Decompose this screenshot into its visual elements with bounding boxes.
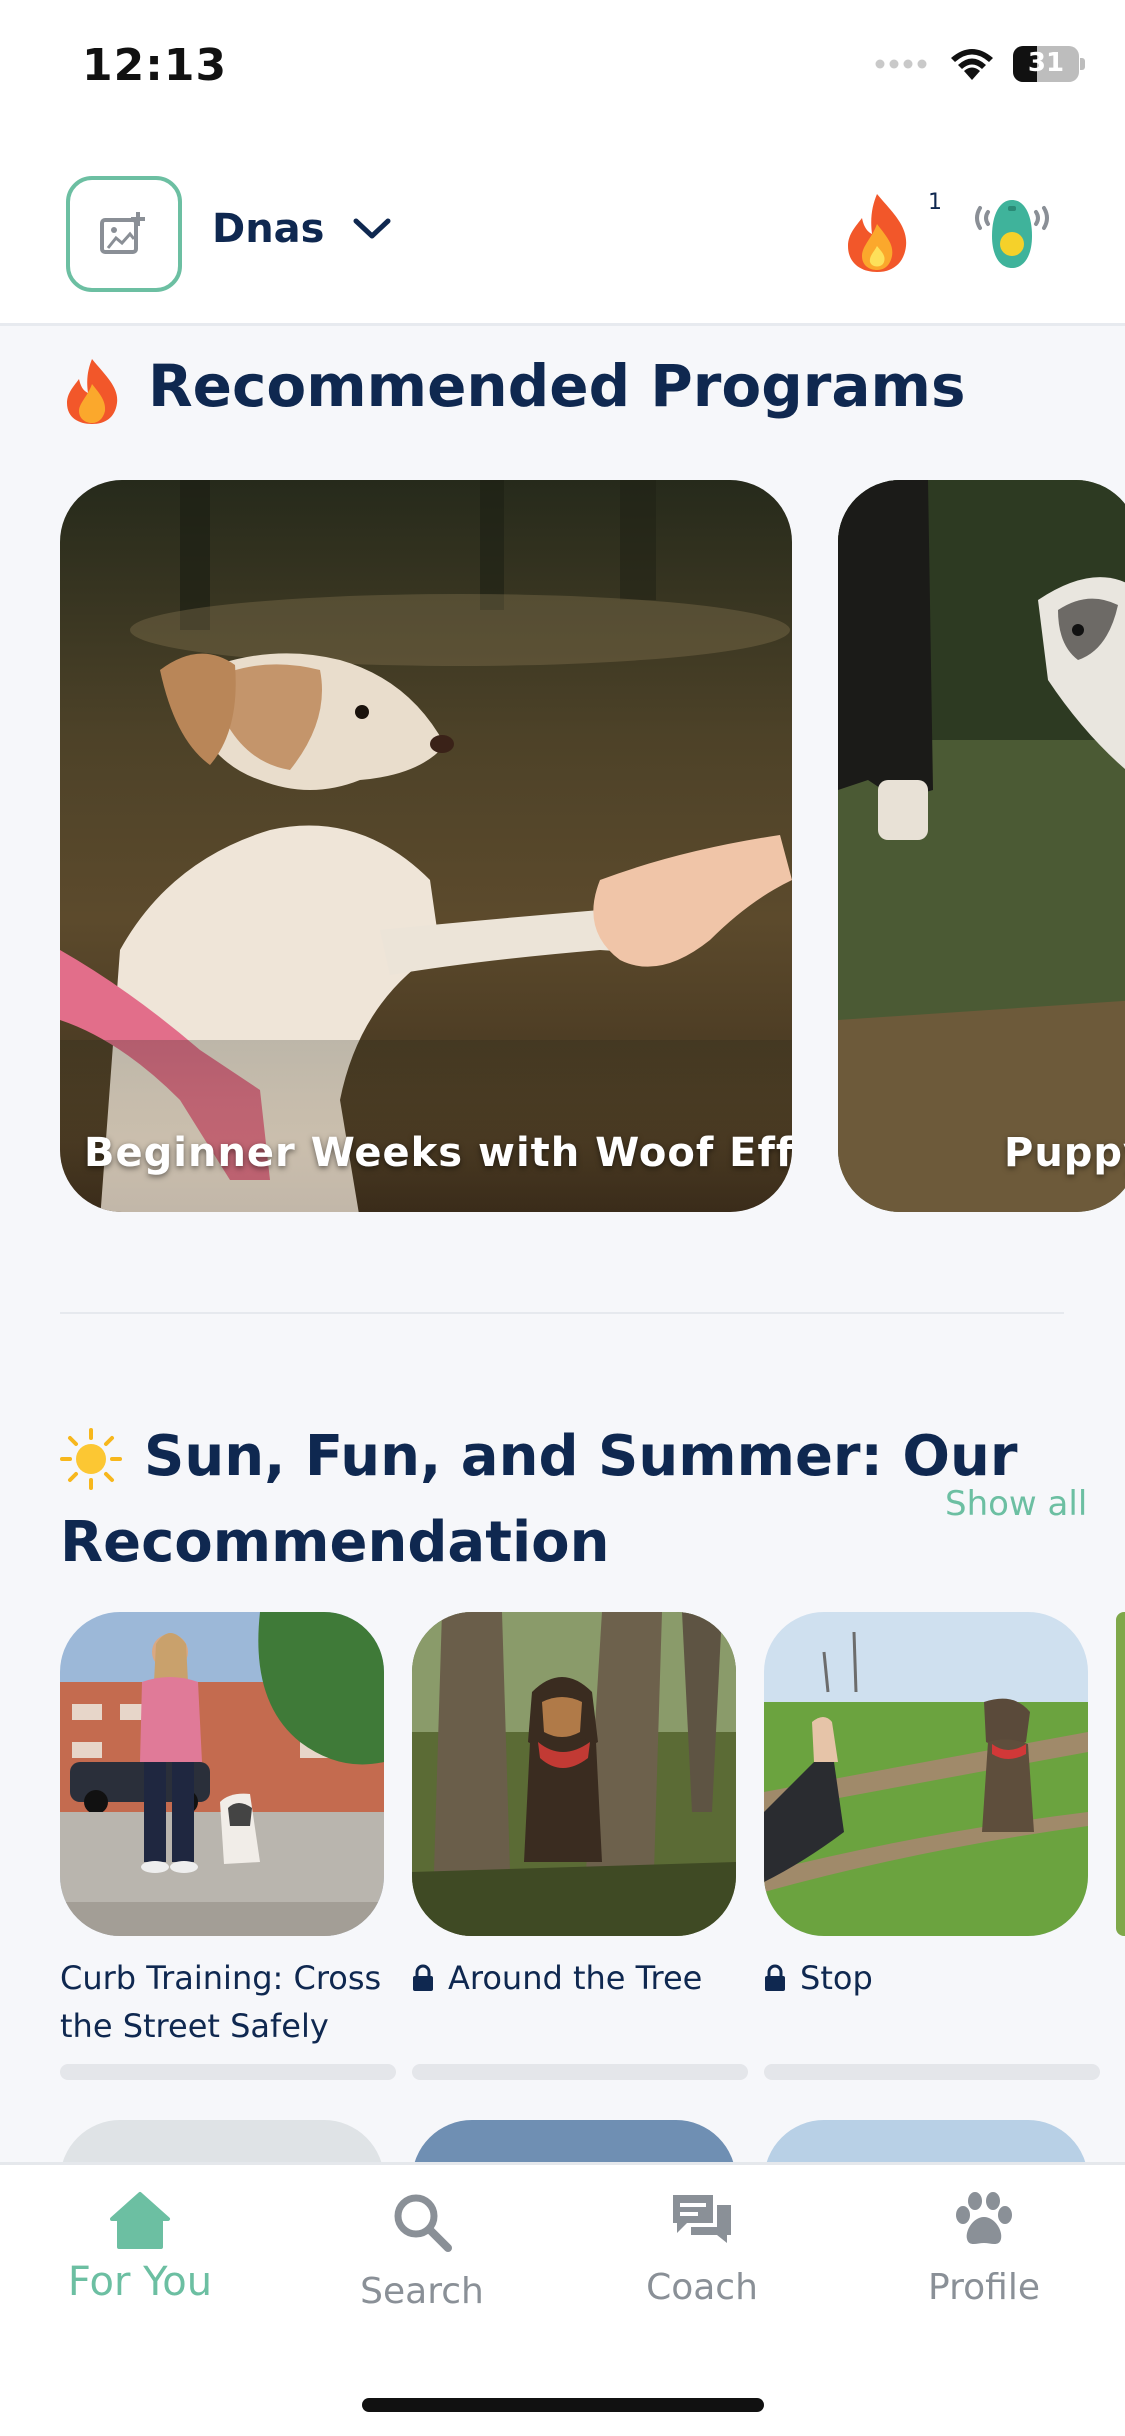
clicker-icon[interactable] — [972, 194, 1052, 274]
program-card-label: Beginner Weeks with Woof Effect — [84, 1130, 792, 1176]
chevron-down-icon[interactable] — [352, 216, 392, 242]
exercise-title: Around the Tree — [448, 1959, 703, 1997]
tab-coach[interactable]: Coach — [602, 2191, 802, 2308]
summer-section-title-line2: Recommendation — [60, 1510, 610, 1575]
recommended-programs-title: Recommended Programs — [148, 352, 966, 420]
paw-icon — [956, 2192, 1012, 2244]
program-card-label: Puppy — [1004, 1130, 1125, 1176]
chat-icon — [673, 2195, 731, 2243]
exercise-title: Stop — [800, 1959, 873, 1997]
streak-count: 1 — [928, 190, 942, 215]
exercise-thumbnail — [60, 1612, 384, 1936]
show-all-link[interactable]: Show all — [945, 1484, 1087, 1524]
header: Dnas 1 — [0, 140, 1125, 326]
home-icon — [110, 2192, 170, 2249]
exercise-card[interactable]: Stop — [764, 1612, 1100, 2080]
progress-bar — [764, 2064, 1100, 2080]
lock-icon — [765, 1964, 785, 1991]
battery-icon: 31 — [1013, 46, 1085, 82]
progress-bar — [60, 2064, 396, 2080]
progress-bar — [412, 2064, 748, 2080]
exercise-card[interactable]: Around the Tree — [412, 1612, 748, 2080]
flame-streak-icon[interactable] — [842, 190, 912, 274]
program-card[interactable]: Puppy — [838, 480, 1125, 1212]
exercise-thumbnail — [764, 1612, 1088, 1936]
program-card[interactable]: Beginner Weeks with Woof Effect — [60, 480, 792, 1212]
tab-label: Search — [360, 2271, 484, 2312]
exercise-title: Curb Training: Cross the Street Safely — [60, 1959, 382, 2045]
tab-for-you[interactable]: For You — [40, 2191, 240, 2305]
add-photo-icon — [100, 212, 145, 254]
exercise-title-row: Curb Training: Cross the Street Safely — [60, 1954, 384, 2050]
summer-section-title: Sun, Fun, and Summer: Our — [144, 1424, 1018, 1489]
tab-label: Coach — [646, 2267, 758, 2308]
search-icon — [394, 2194, 452, 2252]
tab-search[interactable]: Search — [322, 2191, 522, 2312]
home-indicator — [362, 2398, 764, 2412]
cellular-signal-icon — [875, 59, 927, 69]
tab-label: Profile — [928, 2267, 1040, 2308]
exercise-card-partial[interactable] — [1116, 1612, 1125, 1936]
exercise-title-row: Stop — [764, 1954, 1088, 2002]
battery-level: 31 — [1027, 48, 1065, 78]
tab-profile[interactable]: Profile — [884, 2191, 1084, 2308]
dog-name[interactable]: Dnas — [212, 206, 324, 252]
exercise-card[interactable]: Curb Training: Cross the Street Safely — [60, 1612, 396, 2080]
tab-label: For You — [67, 2259, 213, 2305]
tab-bar: For You Search Coach Profile — [0, 2162, 1125, 2436]
wifi-icon — [951, 49, 993, 80]
program-image — [838, 480, 1125, 1212]
dog-avatar-button[interactable] — [66, 176, 182, 292]
status-time: 12:13 — [82, 40, 228, 91]
exercise-title-row: Around the Tree — [412, 1954, 736, 2002]
fire-emoji-icon — [67, 359, 118, 424]
lock-icon — [413, 1964, 433, 1991]
exercise-thumbnail — [412, 1612, 736, 1936]
section-divider — [60, 1312, 1064, 1314]
sun-emoji-icon — [60, 1428, 122, 1490]
program-image — [60, 480, 792, 1212]
status-bar: 12:13 31 — [0, 0, 1125, 140]
status-icons: 31 — [875, 46, 1085, 82]
